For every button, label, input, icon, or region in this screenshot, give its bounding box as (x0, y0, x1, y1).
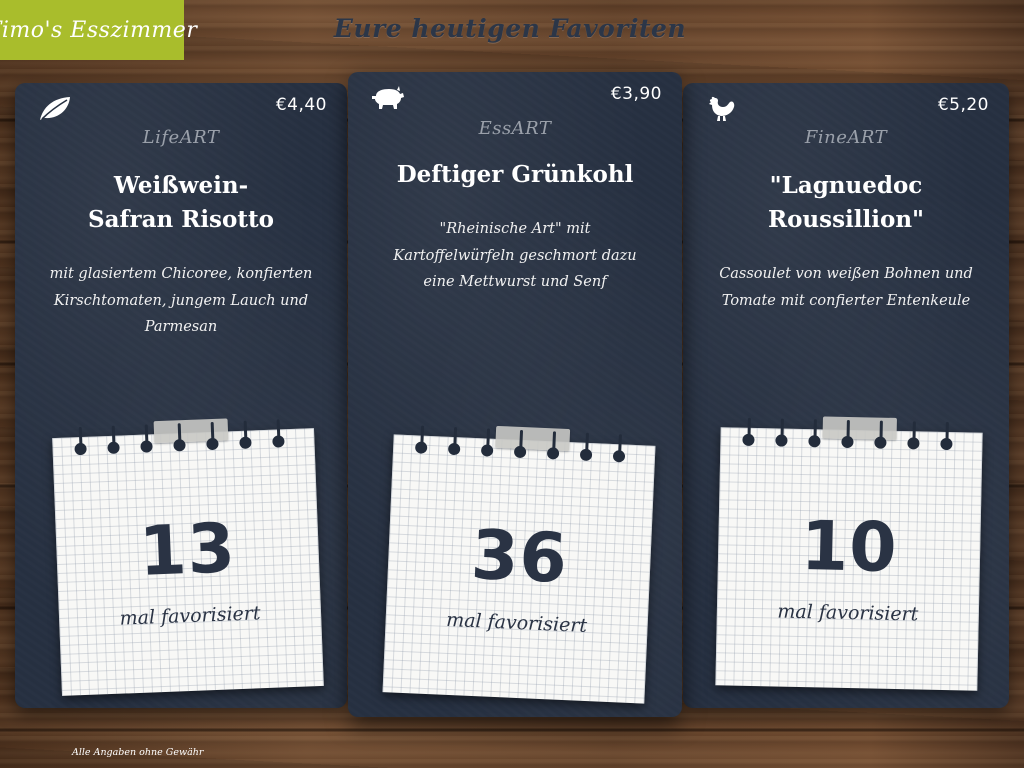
pig-icon (370, 84, 406, 112)
logo[interactable]: Timo's Esszimmer (0, 0, 197, 60)
disclaimer: Alle Angaben ohne Gewähr (72, 747, 204, 758)
favorite-count-label: mal favorisiert (445, 608, 588, 638)
logo-text: Timo's Esszimmer (0, 17, 198, 43)
dish-description: "Rheinische Art" mit Kartoffelwürfeln ge… (378, 216, 652, 296)
dish-title-line: Deftiger Grünkohl (396, 161, 634, 188)
description-line: Kirschtomaten, jungem Lauch und (53, 292, 309, 309)
favorite-card-3[interactable]: €5,20 FineART "Lagnuedoc Roussillion" Ca… (683, 83, 1009, 708)
dish-title-line: Roussillion" (767, 206, 925, 233)
leaf-icon (37, 95, 73, 123)
description-line: Parmesan (144, 319, 218, 335)
favorite-count-label: mal favorisiert (119, 602, 261, 630)
category-label: FineART (804, 127, 888, 148)
favorite-count-label: mal favorisiert (777, 600, 919, 626)
category-label: LifeART (142, 127, 220, 148)
favorite-card-2[interactable]: €3,90 EssART Deftiger Grünkohl "Rheinisc… (348, 72, 682, 717)
spiral-binding (742, 433, 953, 451)
favorite-count: 10 (800, 506, 899, 589)
category-label: EssART (478, 118, 552, 139)
description-line: mit glasiertem Chicoree, konfierten (49, 266, 313, 282)
description-line: Cassoulet von weißen Bohnen und (719, 266, 973, 282)
description-line: eine Mettwurst und Senf (423, 274, 607, 290)
description-line: Kartoffelwürfeln geschmort dazu (393, 247, 637, 264)
spiral-binding (414, 441, 626, 463)
favorite-card-1[interactable]: €4,40 LifeART Weißwein- Safran Risotto m… (15, 83, 347, 708)
chicken-icon (705, 95, 741, 123)
favorite-count-note: 13 mal favorisiert (52, 418, 324, 696)
dish-description: Cassoulet von weißen Bohnen und Tomate m… (709, 261, 983, 314)
spiral-binding (74, 435, 285, 456)
price-label: €3,90 (610, 84, 662, 104)
dish-title: Deftiger Grünkohl (368, 158, 662, 192)
price-label: €4,40 (275, 95, 327, 115)
description-line: Tomate mit confierter Entenkeule (721, 292, 971, 309)
dish-title: Weißwein- Safran Risotto (35, 169, 327, 237)
favorite-count: 13 (137, 509, 238, 592)
dish-description: mit glasiertem Chicoree, konfierten Kirs… (41, 261, 321, 341)
dish-title-line: Weißwein- (113, 172, 249, 199)
page-title: Eure heutigen Favoriten (333, 14, 687, 43)
dish-title-line: Safran Risotto (88, 206, 274, 233)
dish-title-line: "Lagnuedoc (769, 172, 923, 199)
favorite-count: 36 (469, 515, 570, 600)
dish-title: "Lagnuedoc Roussillion" (703, 169, 989, 237)
price-label: €5,20 (937, 95, 989, 115)
description-line: "Rheinische Art" mit (439, 221, 591, 237)
favorite-count-note: 10 mal favorisiert (715, 416, 983, 691)
favorite-count-note: 36 mal favorisiert (382, 425, 656, 704)
